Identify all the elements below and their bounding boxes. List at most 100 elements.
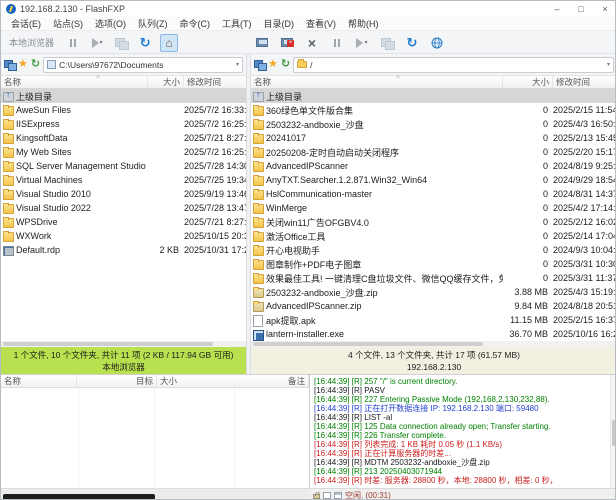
queue-hscrollbar[interactable] [1, 488, 309, 500]
scrollbar-thumb[interactable] [3, 494, 155, 500]
column-modified[interactable]: 修改时间 [184, 76, 246, 88]
refresh-remote-button[interactable]: ↻ [403, 34, 421, 52]
abort-button[interactable]: × [303, 34, 321, 52]
file-row[interactable]: 360绿色单文件版合集 0 2025/2/15 11:54: [251, 103, 616, 117]
log-vscrollbar[interactable] [610, 375, 616, 489]
maximize-button[interactable]: □ [569, 1, 593, 17]
start-queue-button[interactable]: ▾ [88, 34, 106, 52]
file-row[interactable]: Visual Studio 2010 2025/9/19 13:46:33 [1, 187, 246, 201]
menu-item[interactable]: 站点(S) [47, 17, 89, 30]
file-row[interactable]: WinMerge 0 2025/4/2 17:14:0 [251, 201, 616, 215]
file-date: 2025/7/28 13:47:18 [184, 203, 246, 213]
local-hscrollbar[interactable] [1, 341, 246, 347]
remote-host-label: 192.168.2.130 [251, 361, 616, 373]
split-view-icon[interactable] [334, 492, 342, 499]
file-row[interactable]: AweSun Files 2025/7/2 16:33:27 [1, 103, 246, 117]
file-type-icon [251, 285, 264, 299]
lock-icon [313, 494, 320, 499]
panel-view-icon[interactable] [323, 492, 331, 499]
queue-column[interactable]: 名称 [1, 375, 77, 387]
queue-body-empty[interactable] [1, 388, 309, 489]
file-row[interactable]: KingsoftData 2025/7/21 8:27:15 [1, 131, 246, 145]
favorites-star-icon[interactable]: ★ [268, 59, 278, 70]
file-row[interactable]: Default.rdp 2 KB 2025/10/31 17:29:38 [1, 243, 246, 257]
sites-icon[interactable] [254, 60, 265, 69]
scrollbar-thumb[interactable] [612, 420, 616, 446]
refresh-local-button[interactable]: ↻ [136, 34, 154, 52]
file-name: AdvancedIPScanner.zip [264, 301, 503, 311]
menu-item[interactable]: 帮助(H) [342, 17, 385, 30]
file-row[interactable]: IISExpress 2025/7/2 16:25:58 [1, 117, 246, 131]
menu-item[interactable]: 工具(T) [216, 17, 258, 30]
go-up-icon[interactable]: ↻ [31, 59, 40, 70]
go-up-icon[interactable]: ↻ [281, 59, 290, 70]
column-modified[interactable]: 修改时间 [553, 76, 616, 88]
column-name[interactable]: 名称 [251, 76, 503, 88]
transfer-button[interactable] [112, 34, 130, 52]
menu-item[interactable]: 会话(E) [5, 17, 47, 30]
local-path-combobox[interactable]: C:\Users\97672\Documents ▾ [43, 57, 243, 73]
close-button[interactable]: × [593, 1, 616, 17]
file-row[interactable]: apk提取.apk 11.15 MB 2025/2/15 16:37: [251, 313, 616, 327]
file-date: 2025/2/14 17:04: [553, 231, 616, 241]
remote-path-combobox[interactable]: / ▾ [293, 57, 614, 73]
queue-column[interactable]: 目标 [77, 375, 157, 387]
red-x-badge-icon: × [287, 40, 294, 47]
queue-column[interactable]: 大小 [157, 375, 285, 387]
file-row[interactable]: AnyTXT.Searcher.1.2.871.Win32_Win64 0 20… [251, 173, 616, 187]
file-row[interactable]: HslCommunication-master 0 2024/8/31 14:3… [251, 187, 616, 201]
local-browser-selector[interactable]: 本地浏览器 [5, 36, 58, 49]
start-transfer-button[interactable]: ▾ [353, 34, 371, 52]
chevron-down-icon: ▾ [100, 39, 103, 46]
file-row[interactable]: 20241017 0 2025/2/13 15:45: [251, 131, 616, 145]
file-row[interactable]: AdvancedIPScanner 0 2024/8/19 9:25:0 [251, 159, 616, 173]
remote-hscrollbar[interactable] [251, 341, 616, 347]
file-date: 2025/10/16 16:22 [553, 329, 616, 339]
file-row[interactable]: 开心电视助手 0 2024/9/3 10:04:0 [251, 243, 616, 257]
scrollbar-thumb[interactable] [253, 342, 483, 346]
file-row[interactable]: Visual Studio 2022 2025/7/28 13:47:18 [1, 201, 246, 215]
favorites-star-icon[interactable]: ★ [18, 59, 28, 70]
file-row[interactable]: 20250208-定时自动启动关闭程序 0 2025/2/20 15:17: [251, 145, 616, 159]
file-row[interactable]: WXWork 2025/10/15 20:30:38 [1, 229, 246, 243]
menu-item[interactable]: 目录(D) [258, 17, 301, 30]
file-row[interactable]: My Web Sites 2025/7/2 16:25:58 [1, 145, 246, 159]
file-row[interactable]: 2503232-andboxie_沙盘 0 2025/4/3 16:50:0 [251, 117, 616, 131]
file-row[interactable]: 上级目录 [251, 89, 616, 103]
site-globe-button[interactable] [428, 34, 446, 52]
column-size[interactable]: 大小 [148, 76, 184, 88]
pause-transfer-button[interactable] [328, 34, 346, 52]
file-type-icon [251, 117, 264, 131]
file-row[interactable]: 效果最佳工具! 一键清理C盘垃圾文件、微信QQ缓存文件，免费好用，免安装版本 0… [251, 271, 616, 285]
file-row[interactable]: 2503232-andboxie_沙盘.zip 3.88 MB 2025/4/3… [251, 285, 616, 299]
queue-column[interactable]: 备注 [285, 375, 309, 387]
menu-item[interactable]: 队列(Z) [132, 17, 174, 30]
connect-button[interactable] [253, 34, 271, 52]
file-date: 2024/9/3 10:04:0 [553, 245, 616, 255]
file-row[interactable]: 图章制作+PDF电子图章 0 2025/3/31 10:30: [251, 257, 616, 271]
transfer-mode-button[interactable] [378, 34, 396, 52]
file-row[interactable]: 激活Office工具 0 2025/2/14 17:04: [251, 229, 616, 243]
scrollbar-thumb[interactable] [3, 342, 213, 346]
file-row[interactable]: lantern-installer.exe 36.70 MB 2025/10/1… [251, 327, 616, 341]
file-type-icon [251, 215, 264, 229]
minimize-button[interactable]: – [545, 1, 569, 17]
menu-item[interactable]: 查看(V) [300, 17, 342, 30]
drives-icon[interactable] [4, 60, 15, 69]
file-row[interactable]: 关闭win11广告OFGBV4.0 0 2025/2/12 16:02: [251, 215, 616, 229]
file-row[interactable]: 上级目录 [1, 89, 246, 103]
home-folder-button[interactable]: ⌂ [160, 34, 178, 52]
file-row[interactable]: SQL Server Management Studio 2025/7/28 1… [1, 159, 246, 173]
disconnect-button[interactable]: × [278, 34, 296, 52]
menu-item[interactable]: 选项(O) [89, 17, 132, 30]
file-row[interactable]: WPSDrive 2025/7/21 8:27:38 [1, 215, 246, 229]
column-size[interactable]: 大小 [503, 76, 553, 88]
column-name[interactable]: 名称 [1, 76, 148, 88]
log-panel[interactable]: [16:44:39] [R] 257 "/" is current direct… [309, 375, 616, 489]
pause-queue-button[interactable] [64, 34, 82, 52]
file-type-icon [1, 131, 14, 145]
file-row[interactable]: AdvancedIPScanner.zip 9.84 MB 2024/8/18 … [251, 299, 616, 313]
local-path-bar: ★ ↻ C:\Users\97672\Documents ▾ [1, 54, 246, 75]
file-row[interactable]: Virtual Machines 2025/7/25 19:34:37 [1, 173, 246, 187]
menu-item[interactable]: 命令(C) [174, 17, 217, 30]
